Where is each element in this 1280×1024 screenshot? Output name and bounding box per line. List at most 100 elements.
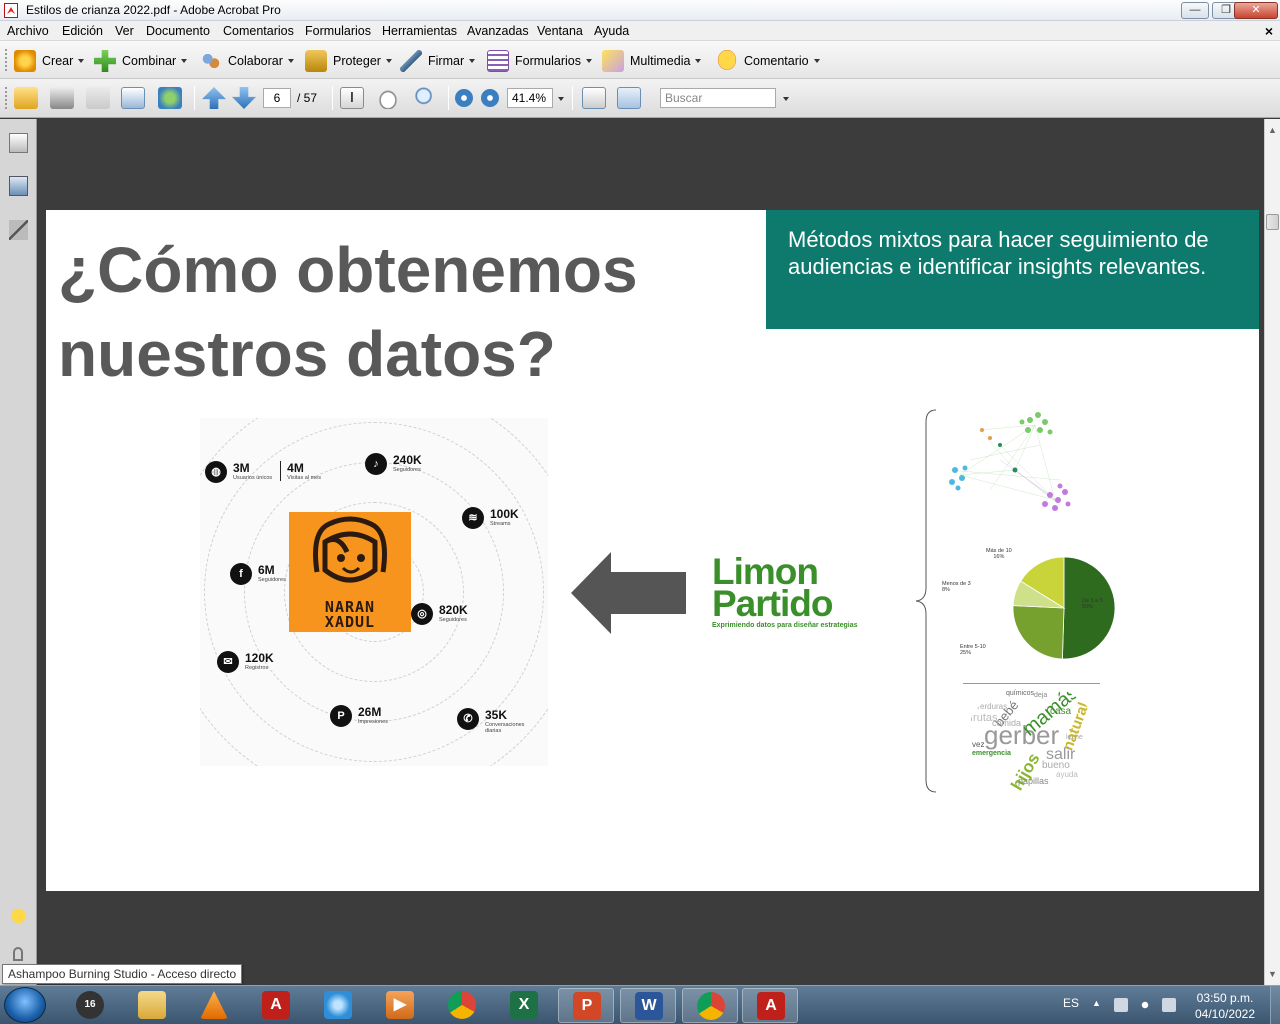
- whatsapp-icon: ✆: [457, 708, 479, 730]
- left-arrow-icon: [571, 552, 686, 634]
- scroll-up-icon[interactable]: ▲: [1268, 125, 1277, 135]
- volume-icon[interactable]: [1138, 998, 1152, 1012]
- pdf-page: ¿Cómo obtenemos nuestros datos? Métodos …: [46, 210, 1259, 891]
- show-hidden-icons[interactable]: ▲: [1092, 998, 1106, 1012]
- combinar-button[interactable]: Combinar: [94, 50, 188, 72]
- email-icon[interactable]: [121, 87, 145, 109]
- stat-instagram: ◎ 820K Seguidores: [411, 603, 468, 625]
- taskbar-app-chrome[interactable]: [434, 988, 490, 1023]
- callout-box: Métodos mixtos para hacer seguimiento de…: [766, 210, 1259, 329]
- menu-edicion[interactable]: Edición: [62, 24, 103, 38]
- zoom-tool-icon[interactable]: [414, 87, 438, 109]
- taskbar-app-acrobat-active[interactable]: A: [742, 988, 798, 1023]
- clock-time: 03:50 p.m.: [1196, 991, 1254, 1005]
- show-desktop-button[interactable]: [1270, 986, 1280, 1024]
- open-icon[interactable]: [14, 87, 38, 109]
- close-button[interactable]: ✕: [1234, 2, 1278, 19]
- stat-web: ◍ 3M Usuarios únicos 4M Visitas al mes: [205, 461, 321, 483]
- hand-tool-icon[interactable]: [376, 87, 400, 109]
- fit-page-icon[interactable]: [617, 87, 641, 109]
- separator: [572, 86, 573, 110]
- menu-herramientas[interactable]: Herramientas: [382, 24, 457, 38]
- menu-ventana[interactable]: Ventana: [537, 24, 583, 38]
- pie-label-menos-de-3: Menos de 3 8%: [942, 581, 971, 593]
- separator: [332, 86, 333, 110]
- crear-button[interactable]: Crear: [14, 50, 85, 72]
- signatures-icon[interactable]: [9, 220, 28, 240]
- select-tool-icon[interactable]: I: [340, 87, 364, 109]
- scroll-thumb[interactable]: [1266, 214, 1279, 230]
- cloud-word: emergencia: [972, 750, 1011, 757]
- firmar-button[interactable]: Firmar: [400, 50, 476, 72]
- zoom-in-icon[interactable]: [481, 89, 499, 107]
- curly-brace: [915, 409, 937, 793]
- word-cloud: gerber mamás hijos natural bebé salir ca…: [966, 684, 1100, 794]
- web-icon[interactable]: [158, 87, 182, 109]
- menu-formularios[interactable]: Formularios: [305, 24, 371, 38]
- fit-width-icon[interactable]: [582, 87, 606, 109]
- comments-icon[interactable]: [9, 906, 28, 926]
- combine-icon: [94, 50, 116, 72]
- formularios-button[interactable]: Formularios: [487, 50, 592, 72]
- taskbar-app-file-explorer[interactable]: [124, 988, 180, 1023]
- zoom-out-icon[interactable]: [455, 89, 473, 107]
- pages-icon[interactable]: [9, 133, 28, 153]
- girl-face-icon: [313, 516, 387, 583]
- save-icon[interactable]: [86, 87, 110, 109]
- network-graph: [949, 412, 1071, 511]
- vertical-scrollbar[interactable]: ▲ ▼: [1264, 119, 1280, 985]
- scroll-down-icon[interactable]: ▼: [1268, 969, 1277, 979]
- form-icon: [487, 50, 509, 72]
- taskbar-tooltip: Ashampoo Burning Studio - Acceso directo: [2, 964, 243, 984]
- language-indicator[interactable]: ES: [1063, 996, 1079, 1010]
- search-input[interactable]: Buscar: [660, 88, 776, 108]
- pie-label-de-3-a-5: De 3 a 5 50%: [1082, 598, 1103, 610]
- action-center-icon[interactable]: [1162, 998, 1176, 1012]
- taskbar-app-vlc[interactable]: [186, 988, 242, 1023]
- navigation-pane: [0, 119, 37, 985]
- comentario-button[interactable]: Comentario: [716, 50, 820, 72]
- spotify-icon: ≋: [462, 507, 484, 529]
- cloud-word: deja: [1034, 692, 1048, 699]
- start-button[interactable]: [4, 987, 46, 1023]
- proteger-button[interactable]: Proteger: [305, 50, 392, 72]
- clock[interactable]: 03:50 p.m. 04/10/2022: [1190, 990, 1260, 1022]
- menu-archivo[interactable]: Archivo: [7, 24, 49, 38]
- page-number-input[interactable]: 6: [263, 88, 291, 108]
- taskbar-app-chrome-active[interactable]: [682, 988, 738, 1023]
- network-icon[interactable]: [1114, 998, 1128, 1012]
- stat-pinterest: P 26M Impresiones: [330, 705, 388, 727]
- slide-title: ¿Cómo obtenemos nuestros datos?: [58, 234, 638, 390]
- attachments-icon[interactable]: [13, 947, 23, 961]
- clock-date: 04/10/2022: [1194, 1007, 1256, 1021]
- cloud-word: casa: [1050, 706, 1072, 717]
- menu-comentarios[interactable]: Comentarios: [223, 24, 294, 38]
- toolbar-grip[interactable]: [5, 87, 8, 109]
- menu-ayuda[interactable]: Ayuda: [594, 24, 629, 38]
- toolbar-grip[interactable]: [5, 49, 8, 71]
- taskbar-app-burning-studio[interactable]: 16: [62, 988, 118, 1023]
- brand-name-line2: XADUL: [324, 613, 376, 631]
- multimedia-button[interactable]: Multimedia: [602, 50, 702, 72]
- taskbar-app-blue[interactable]: [310, 988, 366, 1023]
- taskbar-app-word[interactable]: W: [620, 988, 676, 1023]
- print-icon[interactable]: [50, 87, 74, 109]
- bookmarks-icon[interactable]: [9, 176, 28, 196]
- zoom-dropdown-icon[interactable]: [558, 97, 564, 101]
- stat-spotify: ≋ 100K Streams: [462, 507, 519, 529]
- minimize-button[interactable]: —: [1181, 2, 1209, 19]
- taskbar-app-acrobat[interactable]: A: [248, 988, 304, 1023]
- colaborar-button[interactable]: Colaborar: [200, 50, 294, 72]
- menu-ver[interactable]: Ver: [115, 24, 134, 38]
- menu-documento[interactable]: Documento: [146, 24, 210, 38]
- menu-avanzadas[interactable]: Avanzadas: [467, 24, 529, 38]
- task-toolbar: Crear Combinar Colaborar Proteger Firmar…: [0, 41, 1280, 79]
- search-dropdown-icon[interactable]: [783, 97, 789, 101]
- taskbar-app-powerpoint[interactable]: P: [558, 988, 614, 1023]
- menu-bar: Archivo Edición Ver Documento Comentario…: [0, 21, 1280, 41]
- taskbar-app-media-player[interactable]: ▶: [372, 988, 428, 1023]
- taskbar-app-excel[interactable]: X: [496, 988, 552, 1023]
- zoom-input[interactable]: 41.4%: [507, 88, 553, 108]
- pinterest-icon: P: [330, 705, 352, 727]
- close-document-icon[interactable]: ×: [1265, 23, 1273, 39]
